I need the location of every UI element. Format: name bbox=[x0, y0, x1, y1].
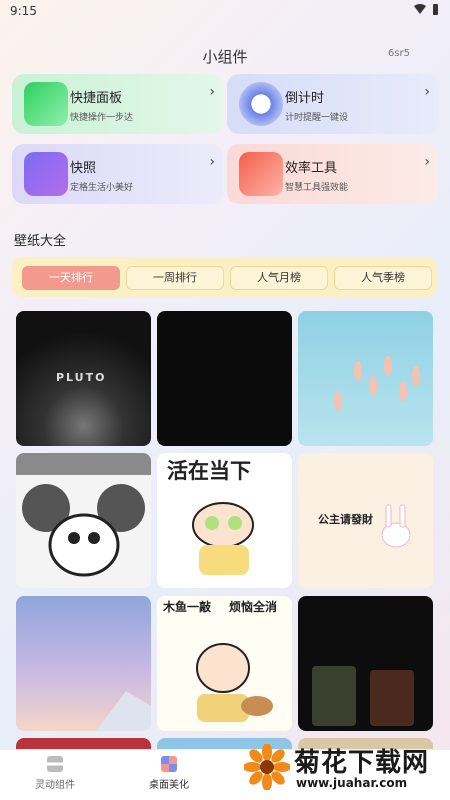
flower-logo-icon bbox=[244, 744, 290, 790]
chevron-right-icon: › bbox=[424, 154, 430, 170]
status-time: 9:15 bbox=[10, 4, 37, 18]
widgets-icon bbox=[47, 756, 63, 772]
camera-illustration bbox=[24, 152, 68, 196]
cartoon-mouse-illustration bbox=[16, 453, 151, 577]
wallpaper-tile-black-text[interactable] bbox=[157, 311, 292, 446]
tile-caption: PLUTO bbox=[56, 371, 107, 384]
ranking-tabs: 一天排行 一周排行 人气月榜 人气季榜 bbox=[12, 257, 437, 297]
tab-weekly[interactable]: 一周排行 bbox=[126, 266, 224, 290]
cartoon-monk-illustration bbox=[196, 643, 273, 722]
section-title: 壁纸大全 bbox=[14, 234, 67, 249]
chevron-right-icon: › bbox=[424, 84, 430, 100]
widget-name: 快照 bbox=[70, 161, 97, 176]
widget-name: 效率工具 bbox=[285, 161, 338, 176]
widget-desc: 计时提醒一键设 bbox=[285, 113, 349, 123]
house-illustration bbox=[96, 691, 151, 731]
page-title: 小组件 bbox=[202, 48, 248, 66]
wallpaper-tile-wooden-fish[interactable]: 木鱼一敲 烦恼全消 bbox=[157, 596, 292, 731]
widget-name: 快捷面板 bbox=[70, 91, 123, 106]
wallpaper-tile-princess[interactable]: 公主请發財 bbox=[298, 453, 433, 588]
wifi-icon bbox=[414, 4, 426, 14]
clock-illustration bbox=[239, 82, 283, 126]
wallpaper-tile-sunset[interactable] bbox=[16, 596, 151, 731]
tab-season[interactable]: 人气季榜 bbox=[334, 266, 432, 290]
quick-panel-illustration bbox=[24, 82, 68, 126]
watermark: 菊花下载网 www.juahar.com bbox=[244, 742, 444, 794]
nav-label: 桌面美化 bbox=[149, 780, 189, 791]
bunny-illustration bbox=[381, 504, 411, 548]
watermark-name: 菊花下载网 bbox=[294, 748, 430, 778]
widget-desc: 定格生活小美好 bbox=[70, 183, 134, 193]
cups-illustration bbox=[312, 666, 414, 726]
widget-card-snapshot[interactable]: 快照 定格生活小美好 › bbox=[12, 144, 223, 204]
widget-name: 倒计时 bbox=[285, 91, 325, 106]
chevron-right-icon: › bbox=[209, 84, 215, 100]
wallpaper-tile-drinks[interactable] bbox=[298, 596, 433, 731]
wallpaper-tile-mouse[interactable] bbox=[16, 453, 151, 588]
widget-card-quick-panel[interactable]: 快捷面板 快捷操作一步达 › bbox=[12, 74, 223, 134]
chevron-right-icon: › bbox=[209, 154, 215, 170]
status-bar: 9:15 bbox=[0, 0, 450, 22]
nav-widgets[interactable]: 灵动组件 bbox=[10, 756, 100, 791]
grid-icon bbox=[161, 756, 177, 772]
widget-desc: 智慧工具强效能 bbox=[285, 183, 349, 193]
wallpaper-tile-pluto[interactable]: PLUTO bbox=[16, 311, 151, 446]
widget-desc: 快捷操作一步达 bbox=[70, 113, 134, 123]
watermark-url: www.juahar.com bbox=[296, 776, 408, 790]
tab-daily[interactable]: 一天排行 bbox=[22, 266, 120, 290]
battery-icon bbox=[433, 4, 438, 15]
widget-card-countdown[interactable]: 倒计时 计时提醒一键设 › bbox=[227, 74, 438, 134]
wallpaper-tile-reeds[interactable] bbox=[298, 311, 433, 446]
cartoon-boy-illustration bbox=[192, 502, 254, 575]
reed-illustration bbox=[334, 356, 420, 411]
nav-label: 灵动组件 bbox=[35, 780, 75, 791]
corner-text: 6sr5 bbox=[387, 48, 410, 59]
tab-monthly[interactable]: 人气月榜 bbox=[230, 266, 328, 290]
nav-desktop-beautify[interactable]: 桌面美化 bbox=[124, 756, 214, 791]
wallpaper-tile-live-in-moment[interactable]: 活在当下 bbox=[157, 453, 292, 588]
widget-card-efficiency[interactable]: 效率工具 智慧工具强效能 › bbox=[227, 144, 438, 204]
tools-illustration bbox=[239, 152, 283, 196]
